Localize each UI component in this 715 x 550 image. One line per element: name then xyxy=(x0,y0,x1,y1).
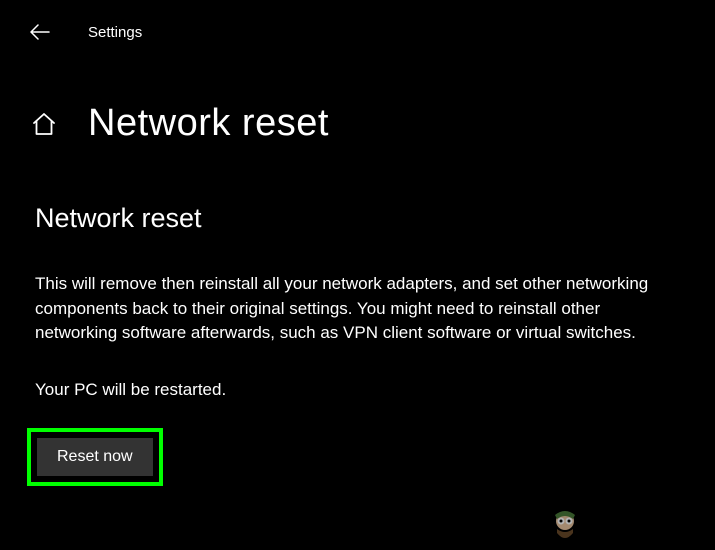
highlight-annotation: Reset now xyxy=(27,428,163,486)
watermark-icon xyxy=(545,505,585,545)
page-title: Network reset xyxy=(88,102,329,145)
section-heading: Network reset xyxy=(35,203,675,234)
back-arrow-icon[interactable] xyxy=(30,22,50,42)
title-row: Network reset xyxy=(0,42,715,145)
home-icon[interactable] xyxy=(30,110,58,138)
reset-now-button[interactable]: Reset now xyxy=(37,438,153,476)
header-bar: Settings xyxy=(0,0,715,42)
restart-note: Your PC will be restarted. xyxy=(35,380,675,400)
app-label: Settings xyxy=(88,24,142,41)
description-text: This will remove then reinstall all your… xyxy=(35,272,675,346)
main-content: Network reset This will remove then rein… xyxy=(0,145,715,486)
